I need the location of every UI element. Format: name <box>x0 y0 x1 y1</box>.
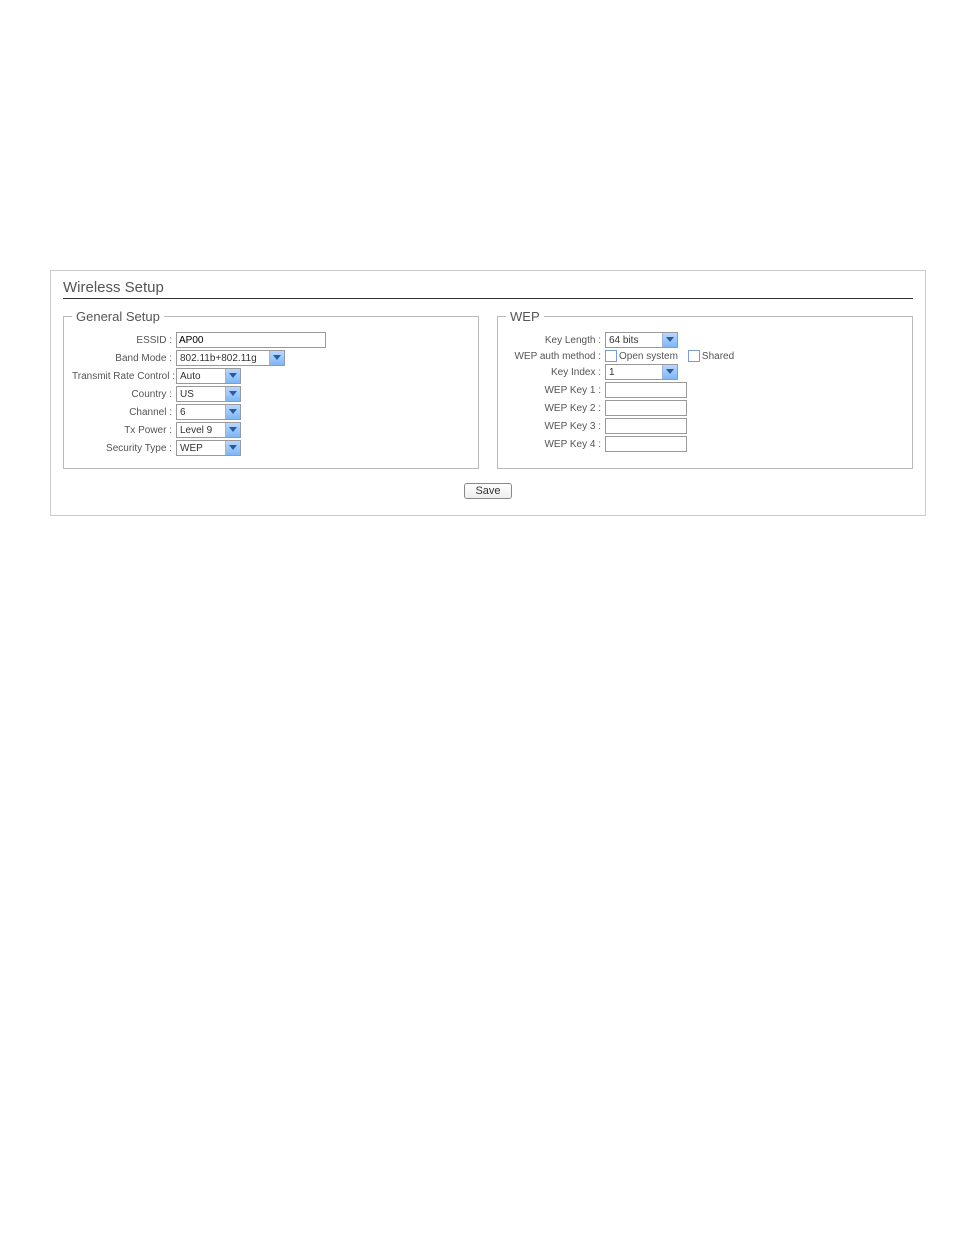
security-value: WEP <box>177 441 225 455</box>
channel-label: Channel : <box>72 407 176 418</box>
security-row: Security Type : WEP <box>72 440 470 456</box>
key-length-value: 64 bits <box>606 333 662 347</box>
country-value: US <box>177 387 225 401</box>
country-row: Country : US <box>72 386 470 402</box>
save-button[interactable]: Save <box>464 483 511 499</box>
chevron-down-icon <box>662 365 677 379</box>
page-title: Wireless Setup <box>63 279 913 299</box>
key-index-row: Key Index : 1 <box>506 364 904 380</box>
auth-method-label: WEP auth method : <box>506 351 605 362</box>
wep-key4-row: WEP Key 4 : <box>506 436 904 452</box>
channel-select[interactable]: 6 <box>176 404 241 420</box>
essid-label: ESSID : <box>72 335 176 346</box>
key-length-label: Key Length : <box>506 335 605 346</box>
key-length-select[interactable]: 64 bits <box>605 332 678 348</box>
txpower-select[interactable]: Level 9 <box>176 422 241 438</box>
wep-key2-input[interactable] <box>605 400 687 416</box>
wep-key3-input[interactable] <box>605 418 687 434</box>
wep-key1-input[interactable] <box>605 382 687 398</box>
chevron-down-icon <box>225 423 240 437</box>
channel-value: 6 <box>177 405 225 419</box>
txrate-select[interactable]: Auto <box>176 368 241 384</box>
txpower-value: Level 9 <box>177 423 225 437</box>
auth-method-row: WEP auth method : Open system Shared <box>506 350 904 362</box>
essid-input[interactable] <box>176 332 326 348</box>
txrate-label: Transmit Rate Control : <box>72 371 176 382</box>
wep-key1-row: WEP Key 1 : <box>506 382 904 398</box>
security-select[interactable]: WEP <box>176 440 241 456</box>
wep-key4-input[interactable] <box>605 436 687 452</box>
wep-key3-row: WEP Key 3 : <box>506 418 904 434</box>
country-select[interactable]: US <box>176 386 241 402</box>
essid-row: ESSID : <box>72 332 470 348</box>
auth-open-label: Open system <box>619 351 678 362</box>
chevron-down-icon <box>225 441 240 455</box>
wep-key2-row: WEP Key 2 : <box>506 400 904 416</box>
key-index-select[interactable]: 1 <box>605 364 678 380</box>
txrate-value: Auto <box>177 369 225 383</box>
auth-shared-checkbox[interactable] <box>688 350 700 362</box>
channel-row: Channel : 6 <box>72 404 470 420</box>
band-mode-label: Band Mode : <box>72 353 176 364</box>
band-mode-select[interactable]: 802.11b+802.11g <box>176 350 285 366</box>
txrate-row: Transmit Rate Control : Auto <box>72 368 470 384</box>
band-mode-value: 802.11b+802.11g <box>177 351 269 365</box>
key-index-label: Key Index : <box>506 367 605 378</box>
auth-shared-label: Shared <box>702 351 734 362</box>
key-length-row: Key Length : 64 bits <box>506 332 904 348</box>
general-setup-fieldset: General Setup ESSID : Band Mode : 802.11… <box>63 309 479 469</box>
columns: General Setup ESSID : Band Mode : 802.11… <box>63 309 913 469</box>
band-mode-row: Band Mode : 802.11b+802.11g <box>72 350 470 366</box>
security-label: Security Type : <box>72 443 176 454</box>
wireless-setup-panel: Wireless Setup General Setup ESSID : Ban… <box>50 270 926 516</box>
wep-key4-label: WEP Key 4 : <box>506 439 605 450</box>
wep-key2-label: WEP Key 2 : <box>506 403 605 414</box>
chevron-down-icon <box>225 405 240 419</box>
chevron-down-icon <box>225 387 240 401</box>
chevron-down-icon <box>269 351 284 365</box>
wep-key3-label: WEP Key 3 : <box>506 421 605 432</box>
txpower-row: Tx Power : Level 9 <box>72 422 470 438</box>
chevron-down-icon <box>225 369 240 383</box>
save-button-wrap: Save <box>63 481 913 499</box>
country-label: Country : <box>72 389 176 400</box>
wep-key1-label: WEP Key 1 : <box>506 385 605 396</box>
general-setup-legend: General Setup <box>72 309 164 324</box>
key-index-value: 1 <box>606 365 662 379</box>
wep-fieldset: WEP Key Length : 64 bits WEP auth method… <box>497 309 913 469</box>
txpower-label: Tx Power : <box>72 425 176 436</box>
chevron-down-icon <box>662 333 677 347</box>
wep-legend: WEP <box>506 309 544 324</box>
auth-open-checkbox[interactable] <box>605 350 617 362</box>
